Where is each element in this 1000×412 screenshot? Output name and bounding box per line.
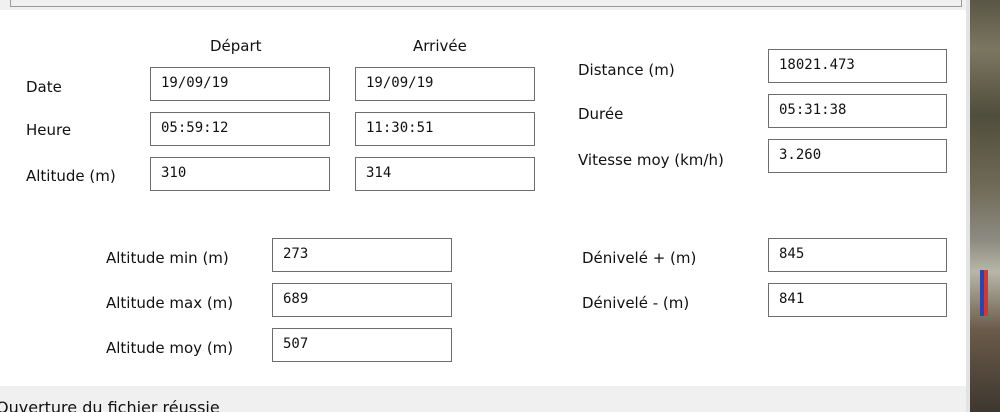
- duree-field[interactable]: 05:31:38: [768, 94, 947, 128]
- heure-arrivee-field[interactable]: 11:30:51: [355, 112, 535, 146]
- heure-depart-field[interactable]: 05:59:12: [150, 112, 330, 146]
- denivele-minus-field[interactable]: 841: [768, 283, 947, 317]
- top-frame: [10, 0, 962, 7]
- heure-label: Heure: [26, 121, 72, 139]
- flag-image: [980, 270, 988, 316]
- altitude-moy-label: Altitude moy (m): [106, 339, 234, 357]
- altitude-min-field[interactable]: 273: [272, 238, 452, 272]
- status-text: Ouverture du fichier réussie: [0, 398, 220, 412]
- date-depart-field[interactable]: 19/09/19: [150, 67, 330, 101]
- altitude-max-field[interactable]: 689: [272, 283, 452, 317]
- arrivee-header: Arrivée: [413, 37, 467, 55]
- distance-field[interactable]: 18021.473: [768, 49, 947, 83]
- altitude-label: Altitude (m): [26, 167, 116, 185]
- status-bar: Ouverture du fichier réussie: [0, 386, 966, 412]
- vitesse-field[interactable]: 3.260: [768, 139, 947, 173]
- altitude-max-label: Altitude max (m): [106, 294, 234, 312]
- track-info-panel: Départ Arrivée Date 19/09/19 19/09/19 He…: [0, 10, 966, 386]
- date-arrivee-field[interactable]: 19/09/19: [355, 67, 535, 101]
- distance-label: Distance (m): [578, 61, 675, 79]
- date-label: Date: [26, 78, 62, 96]
- denivele-minus-label: Dénivelé - (m): [582, 294, 690, 312]
- depart-header: Départ: [210, 37, 262, 55]
- denivele-plus-label: Dénivelé + (m): [582, 249, 697, 267]
- denivele-plus-field[interactable]: 845: [768, 238, 947, 272]
- altitude-depart-field[interactable]: 310: [150, 157, 330, 191]
- altitude-moy-field[interactable]: 507: [272, 328, 452, 362]
- background-photo: [970, 0, 1000, 412]
- duree-label: Durée: [578, 105, 624, 123]
- vitesse-label: Vitesse moy (km/h): [578, 151, 724, 169]
- altitude-min-label: Altitude min (m): [106, 249, 229, 267]
- altitude-arrivee-field[interactable]: 314: [355, 157, 535, 191]
